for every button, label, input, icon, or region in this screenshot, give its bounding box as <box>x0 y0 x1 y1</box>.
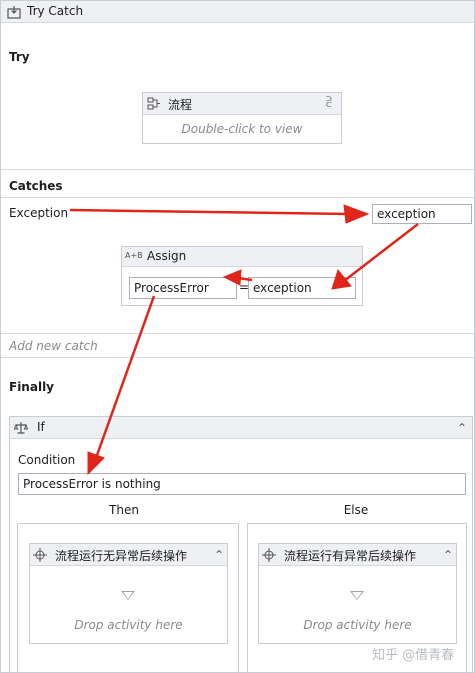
else-label: Else <box>343 503 369 517</box>
sequence-icon <box>33 548 47 562</box>
if-scale-icon <box>14 422 28 434</box>
watermark: 知乎 @借青春 <box>372 644 455 663</box>
collapse-icon[interactable]: ⌃ <box>443 548 453 562</box>
else-sequence-activity[interactable]: 流程运行有异常后续操作 ⌃ Drop activity here <box>258 543 457 644</box>
collapse-icon[interactable]: ⫔ <box>326 95 332 110</box>
then-sequence-activity[interactable]: 流程运行无异常后续操作 ⌃ Drop activity here <box>29 543 228 644</box>
collapse-icon[interactable]: ⌃ <box>214 548 224 562</box>
try-sequence-activity[interactable]: 流程 ⫔ Double-click to view <box>142 92 342 144</box>
add-new-catch-link[interactable]: Add new catch <box>9 339 98 353</box>
then-label: Then <box>109 503 139 517</box>
collapse-icon[interactable]: ⌃ <box>457 421 467 435</box>
sequence-icon <box>147 97 160 110</box>
if-titlebar[interactable]: If ⌃ <box>10 417 472 439</box>
condition-input[interactable]: ProcessError is nothing <box>18 473 466 495</box>
exception-type-label[interactable]: Exception <box>9 206 68 220</box>
divider <box>1 169 474 170</box>
assign-title: Assign <box>147 249 187 263</box>
else-drop-hint[interactable]: Drop activity here <box>259 618 456 632</box>
catches-heading: Catches <box>9 179 63 193</box>
assign-value-input[interactable]: exception <box>248 277 356 299</box>
try-heading: Try <box>9 50 30 64</box>
assign-icon: A+B <box>125 251 143 260</box>
window-title: Try Catch <box>27 4 84 18</box>
sequence-title: 流程 <box>168 98 193 112</box>
then-sequence-title: 流程运行无异常后续操作 <box>55 549 188 563</box>
divider <box>1 197 474 198</box>
else-sequence-titlebar[interactable]: 流程运行有异常后续操作 ⌃ <box>259 544 456 566</box>
sequence-titlebar[interactable]: 流程 ⫔ <box>143 93 341 115</box>
divider <box>1 333 474 334</box>
if-activity[interactable]: If ⌃ Condition ProcessError is nothing T… <box>9 416 473 673</box>
exception-variable-input[interactable]: exception <box>372 204 472 224</box>
sequence-icon <box>262 548 276 562</box>
condition-label: Condition <box>18 453 76 467</box>
assign-to-input[interactable]: ProcessError <box>129 277 237 299</box>
then-drop-hint[interactable]: Drop activity here <box>30 618 227 632</box>
try-catch-icon <box>7 6 21 19</box>
assign-titlebar[interactable]: A+B Assign <box>122 247 362 267</box>
then-sequence-titlebar[interactable]: 流程运行无异常后续操作 ⌃ <box>30 544 227 566</box>
finally-heading: Finally <box>9 380 54 394</box>
divider <box>1 357 474 358</box>
sequence-hint: Double-click to view <box>181 122 303 136</box>
try-catch-header[interactable]: Try Catch <box>1 1 474 23</box>
then-branch: 流程运行无异常后续操作 ⌃ Drop activity here <box>17 523 239 673</box>
else-sequence-title: 流程运行有异常后续操作 <box>284 549 417 563</box>
drop-arrow-icon <box>350 591 364 600</box>
if-title: If <box>37 420 45 434</box>
drop-arrow-icon <box>121 591 135 600</box>
assign-activity[interactable]: A+B Assign ProcessError = exception <box>121 246 363 306</box>
